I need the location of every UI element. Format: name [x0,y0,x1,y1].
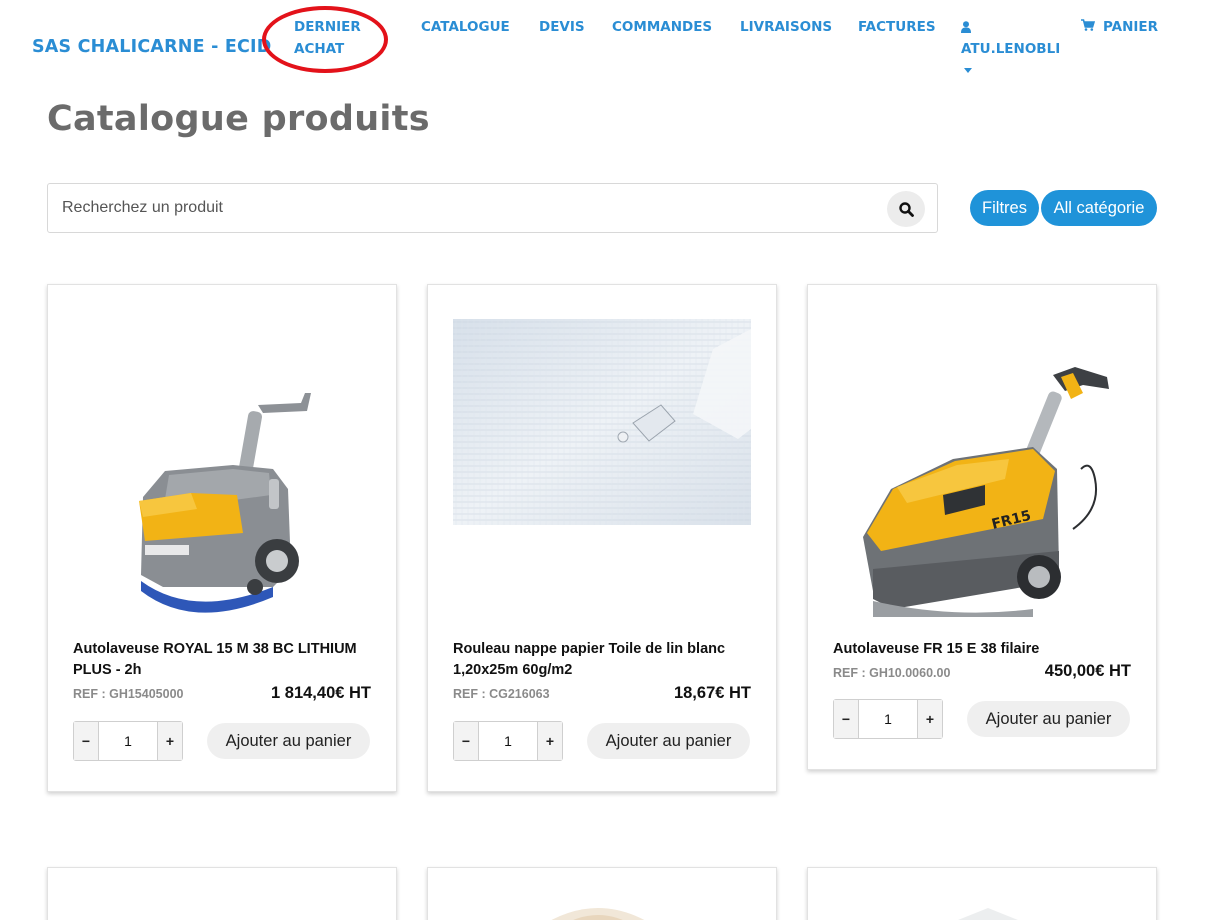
qty-increase-button[interactable]: + [917,700,942,738]
product-image[interactable] [73,319,371,617]
qty-input[interactable] [99,722,157,760]
product-card: FR15 Autolaveuse FR 15 E 38 filaire REF … [807,284,1157,770]
nav-dernier-achat[interactable]: DERNIER ACHAT [294,16,361,60]
add-to-cart-button[interactable]: Ajouter au panier [587,723,750,759]
product-card [47,867,397,920]
product-name[interactable]: Autolaveuse FR 15 E 38 filaire [833,639,1133,660]
product-image[interactable]: FR15 [833,319,1131,617]
qty-increase-button[interactable]: + [157,722,182,760]
nav-catalogue[interactable]: CATALOGUE [421,16,510,38]
product-image[interactable] [528,898,668,920]
qty-decrease-button[interactable]: − [454,722,479,760]
qty-decrease-button[interactable]: − [74,722,99,760]
quantity-stepper: − + [73,721,183,761]
product-card: Rouleau nappe papier Toile de lin blanc … [427,284,777,792]
product-price: 450,00€ HT [1044,662,1131,680]
product-ref: REF : GH10.0060.00 [833,666,951,680]
nav-panier-label: PANIER [1103,19,1159,35]
nav-dernier-achat-line2: ACHAT [294,41,345,57]
qty-increase-button[interactable]: + [537,722,562,760]
product-ref: REF : CG216063 [453,687,550,701]
brand-logo[interactable]: SAS CHALICARNE - ECID [32,37,271,57]
product-card [807,867,1157,920]
search-button[interactable] [887,191,925,227]
nav-commandes[interactable]: COMMANDES [612,16,712,38]
category-button[interactable]: All catégorie [1041,190,1157,226]
nav-dernier-achat-line1: DERNIER [294,19,361,35]
search-box [47,183,938,233]
product-name[interactable]: Autolaveuse ROYAL 15 M 38 BC LITHIUM PLU… [73,639,373,681]
cart-icon [1081,16,1096,38]
product-card: Autolaveuse ROYAL 15 M 38 BC LITHIUM PLU… [47,284,397,792]
product-price: 18,67€ HT [673,684,751,702]
qty-input[interactable] [479,722,537,760]
product-card [427,867,777,920]
page-title: Catalogue produits [47,99,430,139]
nav-panier[interactable]: PANIER [1081,16,1158,38]
navbar: SAS CHALICARNE - ECID DERNIER ACHAT CATA… [0,0,1228,90]
qty-decrease-button[interactable]: − [834,700,859,738]
add-to-cart-button[interactable]: Ajouter au panier [207,723,370,759]
user-icon [961,16,1060,38]
filtres-button[interactable]: Filtres [970,190,1039,226]
product-ref: REF : GH15405000 [73,687,184,701]
quantity-stepper: − + [453,721,563,761]
product-image[interactable] [928,904,1048,920]
product-price: 1 814,40€ HT [271,684,371,702]
caret-down-icon [964,68,972,73]
product-name[interactable]: Rouleau nappe papier Toile de lin blanc … [453,639,753,681]
nav-livraisons[interactable]: LIVRAISONS [740,16,832,38]
product-image[interactable] [453,319,751,617]
user-name: ATU.LENOBLI [961,41,1061,57]
nav-user-menu[interactable]: ATU.LENOBLI [961,16,1060,73]
nav-devis[interactable]: DEVIS [539,16,585,38]
search-input[interactable] [62,184,882,232]
qty-input[interactable] [859,700,917,738]
quantity-stepper: − + [833,699,943,739]
add-to-cart-button[interactable]: Ajouter au panier [967,701,1130,737]
nav-factures[interactable]: FACTURES [858,16,936,38]
search-icon [898,201,914,217]
